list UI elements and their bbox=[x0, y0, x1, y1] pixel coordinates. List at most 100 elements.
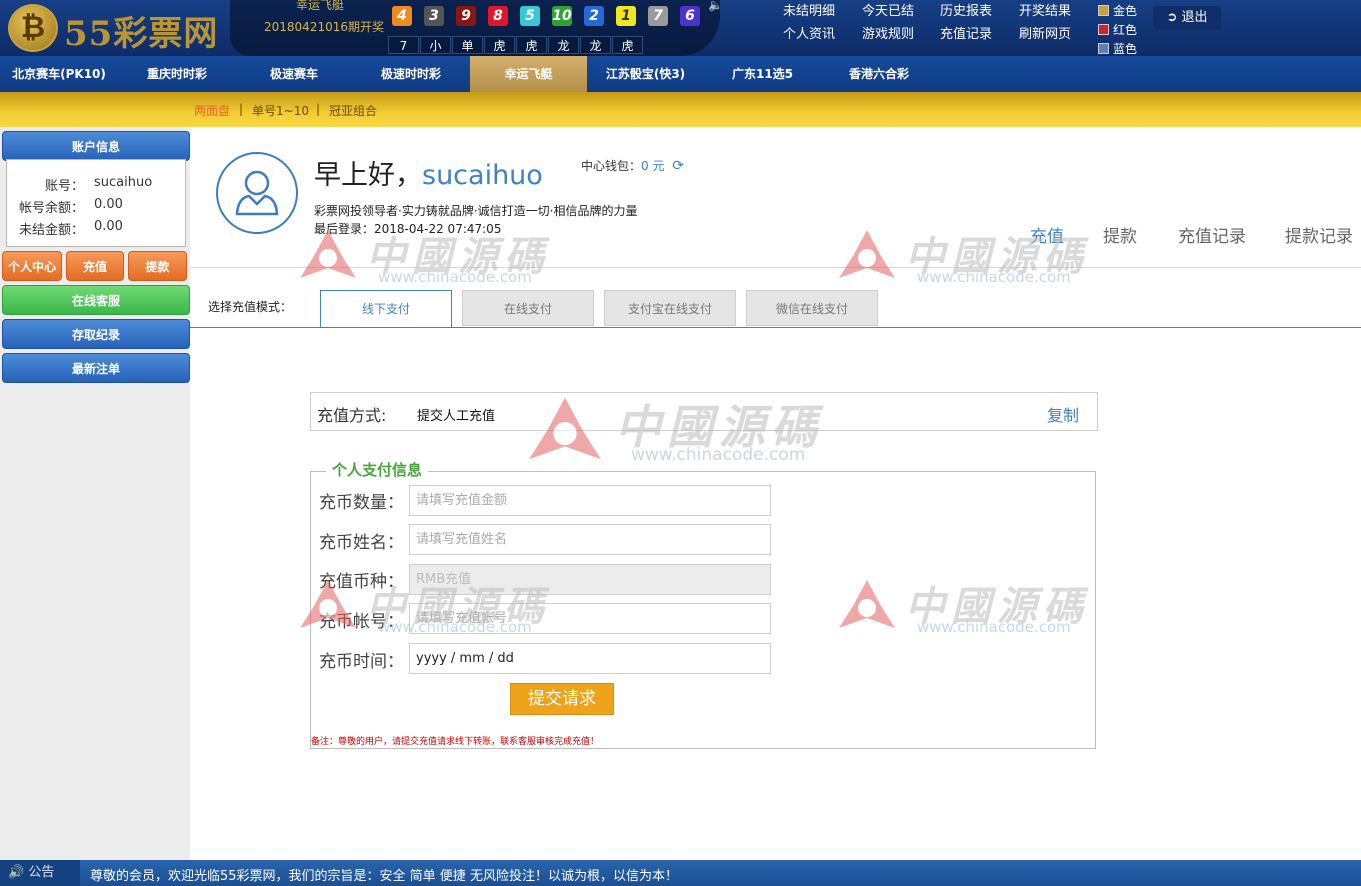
nav-item[interactable]: 幸运飞艇 bbox=[470, 56, 587, 92]
result-ball: 9 bbox=[456, 6, 476, 26]
announcement-label-text: 公告 bbox=[28, 865, 55, 880]
tab-withdraw-record[interactable]: 提款记录 bbox=[1285, 222, 1353, 247]
name-input[interactable]: 请填写充值姓名 bbox=[409, 524, 771, 555]
latest-bets-button[interactable]: 最新注单 bbox=[2, 353, 190, 383]
logo-coin-icon: ₿ bbox=[8, 4, 58, 52]
link-results[interactable]: 开奖结果 bbox=[1019, 0, 1071, 19]
nav-item[interactable]: 极速赛车 bbox=[236, 56, 352, 92]
watermark-logo-icon bbox=[300, 230, 356, 278]
nav-item[interactable]: 广东11选5 bbox=[704, 56, 821, 92]
pay-mode-label: 选择充值模式： bbox=[208, 300, 293, 314]
method-value: 提交人工充值 bbox=[417, 409, 496, 424]
subnav-two-sides[interactable]: 两面盘 bbox=[194, 102, 230, 119]
watermark-logo-icon bbox=[839, 580, 895, 628]
tab-underline bbox=[190, 327, 1361, 328]
balance-value: 0.00 bbox=[94, 197, 123, 212]
tab-online-pay[interactable]: 在线支付 bbox=[462, 290, 594, 326]
nav-item[interactable]: 香港六合彩 bbox=[821, 56, 937, 92]
speaker-icon[interactable]: 🔈 bbox=[708, 0, 723, 12]
logout-label: 退出 bbox=[1181, 10, 1208, 25]
wallet-value: 0 元 bbox=[641, 159, 665, 173]
avatar bbox=[216, 152, 298, 234]
theme-option[interactable]: 蓝色 bbox=[1098, 40, 1137, 57]
method-label: 充值方式: bbox=[317, 406, 387, 425]
tab-offline-pay[interactable]: 线下支付 bbox=[320, 290, 452, 328]
sidebar-recharge-button[interactable]: 充值 bbox=[66, 251, 124, 281]
submit-button[interactable]: 提交请求 bbox=[510, 683, 614, 715]
result-attribute: 龙 bbox=[580, 36, 611, 54]
date-input[interactable]: yyyy / mm / dd bbox=[409, 643, 771, 674]
account-value: sucaihuo bbox=[94, 175, 153, 190]
link-today-settled[interactable]: 今天已结 bbox=[862, 0, 914, 19]
slogan: 彩票网投领导者·实力铸就品牌·诚信打造一切·相信品牌的力量 bbox=[314, 204, 638, 218]
nav-item[interactable]: 极速时时彩 bbox=[352, 56, 470, 92]
tab-wechat-pay[interactable]: 微信在线支付 bbox=[746, 290, 878, 326]
sidebar-withdraw-button[interactable]: 提款 bbox=[128, 251, 187, 281]
link-recharge-record[interactable]: 充值记录 bbox=[940, 23, 992, 42]
online-service-button[interactable]: 在线客服 bbox=[2, 285, 190, 315]
watermark-logo-icon bbox=[839, 230, 895, 278]
nav-item[interactable]: 江苏骰宝(快3) bbox=[587, 56, 704, 92]
subnav-sep: | bbox=[239, 102, 244, 116]
top-header: ₿ 55彩票网 幸运飞艇 20180421016期开奖 4 3 9 8 5 10 2 1 7 6 7… bbox=[0, 0, 1361, 56]
tab-recharge-record[interactable]: 充值记录 bbox=[1178, 222, 1246, 247]
personal-center-button[interactable]: 个人中心 bbox=[2, 251, 62, 281]
theme-swatch bbox=[1098, 24, 1109, 35]
amount-input[interactable]: 请填写充值金额 bbox=[409, 485, 771, 516]
current-game-name: 幸运飞艇 bbox=[296, 0, 345, 12]
greeting: 早上好，sucaihuo bbox=[314, 153, 543, 192]
watermark-url: www.chinacode.com bbox=[378, 268, 532, 286]
copy-button[interactable]: 复制 bbox=[1047, 402, 1079, 426]
nav-item[interactable]: 重庆时时彩 bbox=[118, 56, 236, 92]
result-ball: 3 bbox=[424, 6, 444, 26]
game-nav: 北京赛车(PK10) 重庆时时彩 极速赛车 极速时时彩 幸运飞艇 江苏骰宝(快3) 广东11… bbox=[0, 56, 1361, 92]
unsettled-label: 未结金额： bbox=[19, 223, 85, 238]
site-logo[interactable]: 55彩票网 bbox=[64, 6, 218, 55]
link-game-rules[interactable]: 游戏规则 bbox=[862, 23, 914, 42]
draw-period: 20180421016期开奖 bbox=[264, 20, 384, 34]
watermark-url: www.chinacode.com bbox=[917, 268, 1071, 286]
unsettled-value: 0.00 bbox=[94, 219, 123, 234]
center-wallet: 中心钱包：0 元 ⟳ bbox=[581, 157, 684, 174]
result-ball: 5 bbox=[520, 6, 540, 26]
link-personal-news[interactable]: 个人资讯 bbox=[783, 23, 835, 42]
form-note: 备注：尊敬的用户，请提交充值请求线下转账，联系客服审核完成充值！ bbox=[311, 737, 600, 747]
result-attribute: 虎 bbox=[516, 36, 547, 54]
announcement-label: 🔊 公告 bbox=[0, 860, 80, 886]
result-attribute: 单 bbox=[452, 36, 483, 54]
theme-swatch bbox=[1098, 5, 1109, 16]
speaker-icon: 🔊 bbox=[8, 865, 25, 880]
account-info-header[interactable]: 账户信息 bbox=[2, 131, 190, 161]
result-attribute: 虎 bbox=[484, 36, 515, 54]
tab-alipay[interactable]: 支付宝在线支付 bbox=[604, 290, 736, 326]
watermark-url: www.chinacode.com bbox=[378, 618, 532, 636]
theme-option[interactable]: 金色 bbox=[1098, 2, 1137, 19]
link-unsettled[interactable]: 未结明细 bbox=[783, 0, 835, 19]
user-icon bbox=[235, 170, 279, 216]
fieldset-legend: 个人支付信息 bbox=[326, 459, 429, 480]
amount-label: 充币数量： bbox=[319, 493, 404, 513]
wallet-label: 中心钱包： bbox=[581, 159, 642, 173]
theme-option[interactable]: 红色 bbox=[1098, 21, 1137, 38]
sub-nav: 两面盘 | 单号1~10 | 冠亚组合 bbox=[0, 92, 1361, 127]
watermark-logo-icon bbox=[300, 580, 356, 628]
link-refresh[interactable]: 刷新网页 bbox=[1019, 23, 1071, 42]
watermark-url: www.chinacode.com bbox=[917, 618, 1071, 636]
subnav-sep: | bbox=[316, 102, 321, 116]
subnav-single-number[interactable]: 单号1~10 bbox=[252, 102, 309, 119]
subnav-champion-combo[interactable]: 冠亚组合 bbox=[329, 102, 377, 119]
time-label: 充币时间： bbox=[319, 652, 404, 672]
result-ball: 6 bbox=[680, 6, 700, 26]
result-ball: 4 bbox=[392, 6, 412, 26]
deposit-record-button[interactable]: 存取纪录 bbox=[2, 319, 190, 349]
tab-withdraw[interactable]: 提款 bbox=[1103, 222, 1137, 247]
theme-label: 红色 bbox=[1113, 23, 1138, 37]
theme-label: 金色 bbox=[1113, 4, 1138, 18]
nav-item[interactable]: 北京赛车(PK10) bbox=[0, 56, 118, 92]
refresh-icon[interactable]: ⟳ bbox=[672, 158, 684, 174]
link-history[interactable]: 历史报表 bbox=[940, 0, 992, 19]
username: sucaihuo bbox=[422, 160, 543, 191]
logout-icon: ➲ bbox=[1166, 10, 1178, 25]
account-info-box: 账号： sucaihuo 帐号余额： 0.00 未结金额： 0.00 bbox=[6, 159, 186, 247]
logout-button[interactable]: ➲ 退出 bbox=[1153, 6, 1221, 30]
